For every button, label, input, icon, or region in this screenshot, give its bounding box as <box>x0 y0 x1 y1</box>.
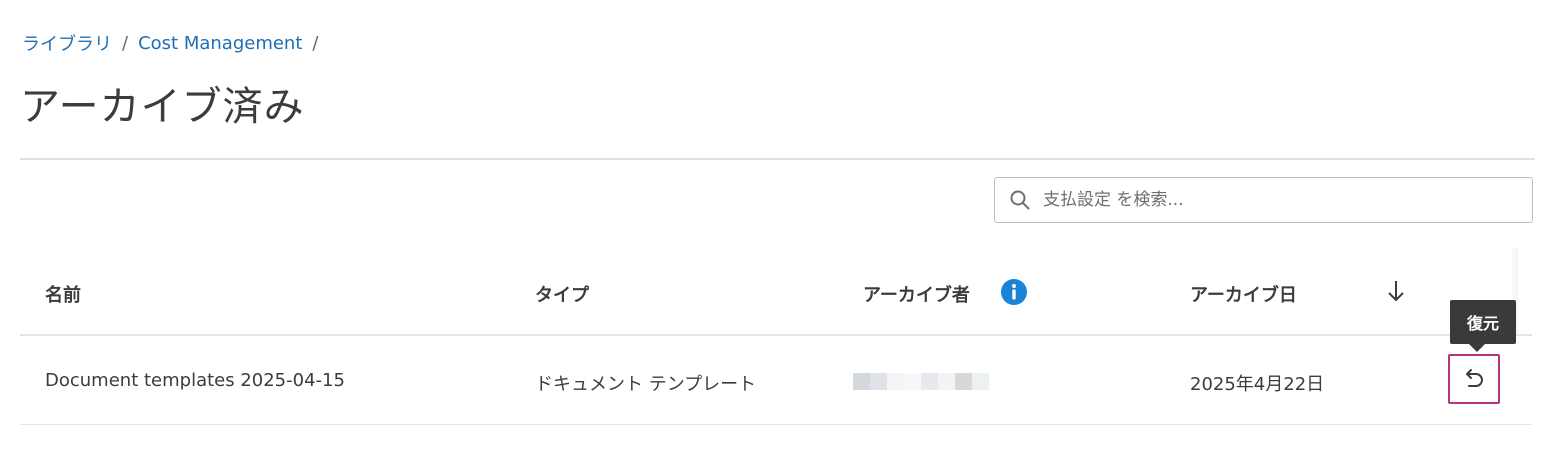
cell-type: ドキュメント テンプレート <box>535 374 757 395</box>
arrow-down-icon[interactable] <box>1386 278 1406 308</box>
column-header-type[interactable]: タイプ <box>535 281 589 307</box>
restore-tooltip: 復元 <box>1450 300 1516 344</box>
column-header-archived-by[interactable]: アーカイブ者 <box>863 281 970 307</box>
info-icon[interactable] <box>1000 278 1028 310</box>
restore-button[interactable] <box>1448 354 1500 404</box>
cell-archived-date: 2025年4月22日 <box>1190 374 1325 395</box>
breadcrumb: ライブラリ / Cost Management / <box>22 30 318 56</box>
search-input[interactable] <box>1041 189 1515 211</box>
page-title: アーカイブ済み <box>20 84 305 130</box>
cell-archived-by-redacted <box>853 373 989 390</box>
title-divider <box>20 158 1535 160</box>
breadcrumb-link-cost-management[interactable]: Cost Management <box>138 33 302 54</box>
search-icon <box>1010 190 1030 210</box>
cell-name: Document templates 2025-04-15 <box>45 370 345 391</box>
breadcrumb-separator: / <box>312 32 319 54</box>
tooltip-arrow <box>1469 344 1485 352</box>
table-header-row: 名前 タイプ アーカイブ者 アーカイブ日 <box>20 248 1532 336</box>
table-row[interactable]: Document templates 2025-04-15 ドキュメント テンプ… <box>20 300 1532 425</box>
archived-table: 名前 タイプ アーカイブ者 アーカイブ日 Document templates <box>20 248 1532 425</box>
column-header-archived-date[interactable]: アーカイブ日 <box>1190 281 1297 307</box>
undo-icon <box>1466 369 1483 387</box>
column-header-name[interactable]: 名前 <box>45 281 81 307</box>
search-box[interactable] <box>994 177 1533 223</box>
breadcrumb-separator: / <box>122 32 129 54</box>
breadcrumb-link-library[interactable]: ライブラリ <box>22 30 112 56</box>
archived-page: ライブラリ / Cost Management / アーカイブ済み 名前 タイプ… <box>0 0 1543 461</box>
